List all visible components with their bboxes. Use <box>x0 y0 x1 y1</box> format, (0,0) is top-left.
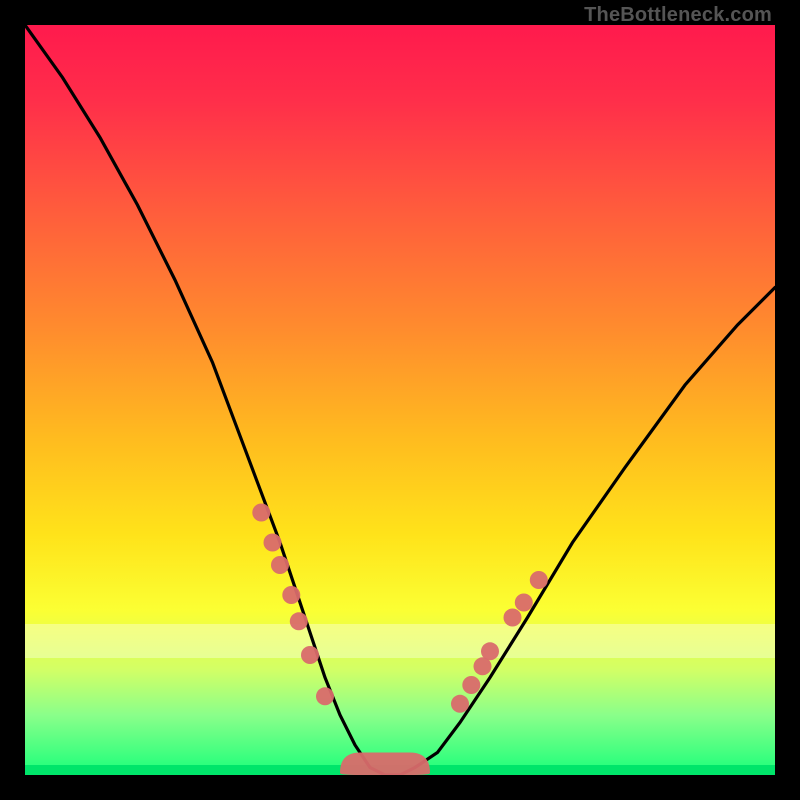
curve-dot <box>462 676 480 694</box>
curve-dot <box>504 609 522 627</box>
bottleneck-curve <box>25 25 775 775</box>
curve-dot <box>530 571 548 589</box>
curve-dot <box>252 504 270 522</box>
chart-overlay <box>25 25 775 775</box>
trough-blob <box>340 753 430 776</box>
curve-dot <box>290 612 308 630</box>
curve-dot <box>301 646 319 664</box>
curve-dot <box>271 556 289 574</box>
curve-dot <box>264 534 282 552</box>
curve-markers-right <box>451 571 548 713</box>
plot-area <box>25 25 775 775</box>
curve-dot <box>481 642 499 660</box>
curve-dot <box>282 586 300 604</box>
chart-stage: TheBottleneck.com <box>0 0 800 800</box>
curve-markers-left <box>252 504 334 706</box>
curve-dot <box>451 695 469 713</box>
watermark-text: TheBottleneck.com <box>584 4 772 27</box>
curve-dot <box>515 594 533 612</box>
curve-dot <box>316 687 334 705</box>
